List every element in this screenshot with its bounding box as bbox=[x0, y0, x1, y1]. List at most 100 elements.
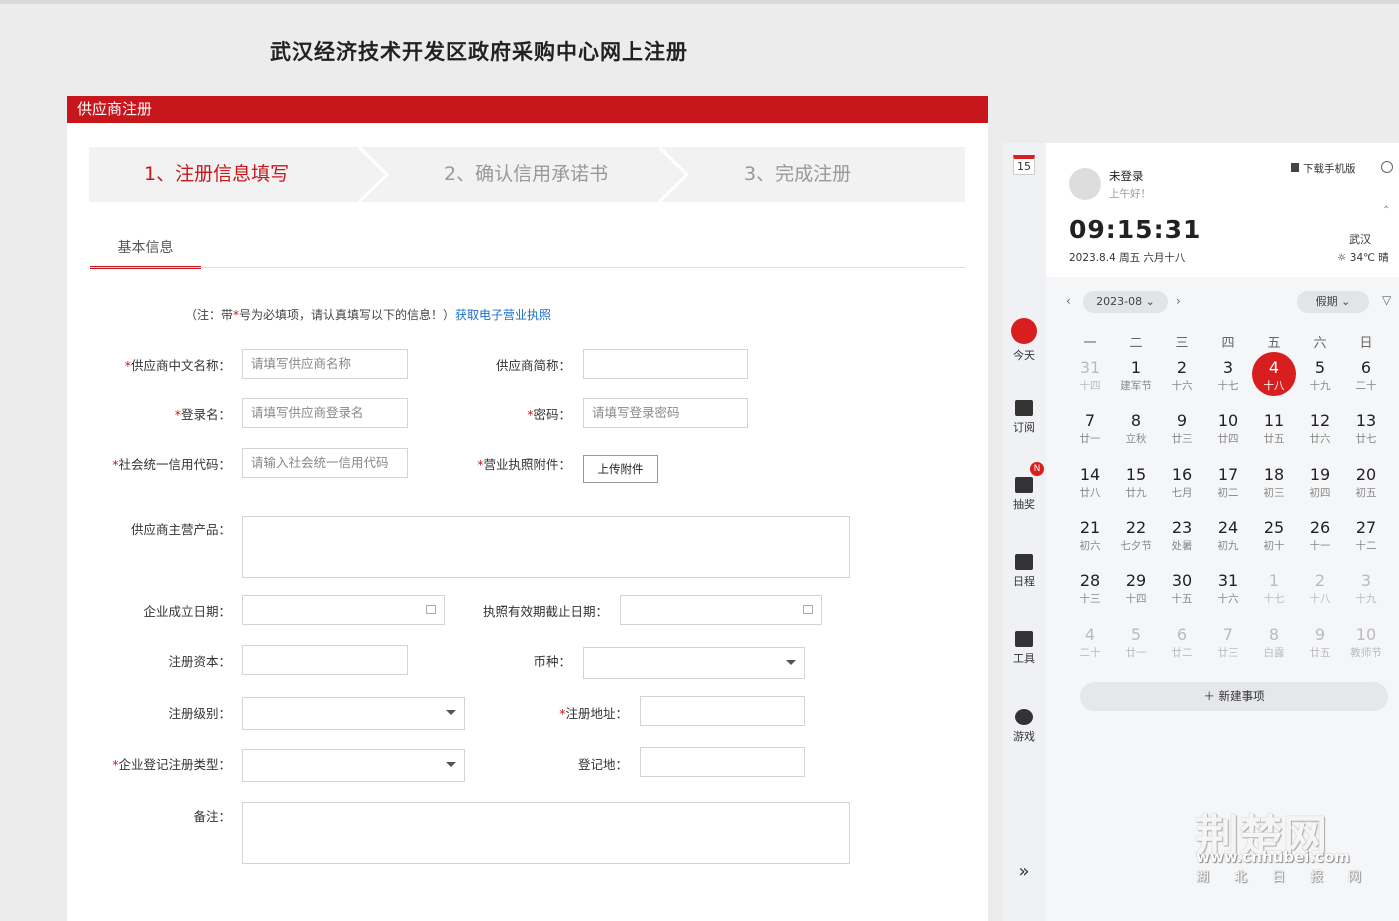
next-month-icon[interactable]: › bbox=[1176, 294, 1181, 308]
products-label: 供应商主营产品： bbox=[130, 522, 231, 537]
lottery-icon bbox=[1015, 477, 1033, 493]
calendar-day[interactable]: 25 初十 bbox=[1254, 517, 1294, 563]
calendar-day[interactable]: 13 廿七 bbox=[1346, 410, 1386, 456]
calendar-day[interactable]: 9 廿五 bbox=[1300, 624, 1340, 670]
currency-select[interactable] bbox=[583, 647, 805, 679]
registration-panel: 供应商注册 1、注册信息填写 2、确认信用承诺书 3、完成注册 基本信息 （注：… bbox=[67, 96, 988, 921]
calendar-day[interactable]: 27 十二 bbox=[1346, 517, 1386, 563]
collapse-icon[interactable]: ⌃ bbox=[1382, 205, 1390, 216]
reg-place-input[interactable] bbox=[640, 747, 805, 777]
prev-month-icon[interactable]: ‹ bbox=[1066, 294, 1071, 308]
new-event-button[interactable]: ＋ 新建事项 bbox=[1080, 682, 1388, 711]
calendar-day[interactable]: 2 十八 bbox=[1300, 570, 1340, 616]
calendar-day[interactable]: 31 十四 bbox=[1070, 357, 1110, 403]
password-input[interactable]: 请填写登录密码 bbox=[583, 398, 748, 428]
currency-label: 币种： bbox=[533, 654, 571, 669]
reg-type-select[interactable] bbox=[242, 749, 465, 782]
avatar[interactable] bbox=[1069, 168, 1101, 200]
calendar-day[interactable]: 22 七夕节 bbox=[1116, 517, 1156, 563]
nav-today[interactable]: 今天 bbox=[1002, 318, 1046, 363]
calendar-day[interactable]: 5 十九 bbox=[1300, 357, 1340, 403]
calendar-day[interactable]: 2 十六 bbox=[1162, 357, 1202, 403]
credit-code-input[interactable]: 请输入社会统一信用代码 bbox=[242, 448, 408, 478]
calendar-day[interactable]: 19 初四 bbox=[1300, 464, 1340, 510]
calendar-day[interactable]: 11 廿五 bbox=[1254, 410, 1294, 456]
calendar-day[interactable]: 16 七月 bbox=[1162, 464, 1202, 510]
panel-header: 供应商注册 bbox=[67, 96, 988, 123]
calendar-day[interactable]: 9 廿三 bbox=[1162, 410, 1202, 456]
calendar-day[interactable]: 30 十五 bbox=[1162, 570, 1202, 616]
found-date-label: 企业成立日期： bbox=[143, 604, 231, 619]
remark-label: 备注： bbox=[193, 809, 231, 824]
month-select[interactable]: 2023-08 ⌄ bbox=[1083, 291, 1168, 313]
calendar-day[interactable]: 7 廿三 bbox=[1208, 624, 1248, 670]
expand-button[interactable]: » bbox=[1002, 861, 1046, 882]
calendar-day[interactable]: 26 十一 bbox=[1300, 517, 1340, 563]
calendar-day[interactable]: 21 初六 bbox=[1070, 517, 1110, 563]
step-3: 3、完成注册 bbox=[744, 163, 852, 185]
nav-subscribe[interactable]: 订阅 bbox=[1002, 400, 1046, 435]
calendar-day[interactable]: 5 廿一 bbox=[1116, 624, 1156, 670]
capital-input[interactable] bbox=[242, 645, 408, 675]
city[interactable]: 武汉 bbox=[1349, 231, 1371, 247]
tab-basic-info[interactable]: 基本信息 bbox=[90, 236, 201, 269]
cn-name-input[interactable]: 请填写供应商名称 bbox=[242, 349, 408, 379]
user-name[interactable]: 未登录 bbox=[1109, 168, 1144, 184]
license-expiry-input[interactable] bbox=[620, 595, 822, 625]
calendar-day[interactable]: 31 十六 bbox=[1208, 570, 1248, 616]
calendar-day[interactable]: 24 初九 bbox=[1208, 517, 1248, 563]
weekday-header: 一 bbox=[1083, 336, 1097, 351]
calendar-day[interactable]: 4 二十 bbox=[1070, 624, 1110, 670]
calendar-icon bbox=[803, 605, 813, 614]
short-name-input[interactable] bbox=[583, 349, 748, 379]
level-select[interactable] bbox=[242, 697, 465, 730]
calendar-day[interactable]: 3 十七 bbox=[1208, 357, 1248, 403]
page-title: 武汉经济技术开发区政府采购中心网上注册 bbox=[270, 40, 688, 64]
address-input[interactable] bbox=[640, 696, 805, 726]
calendar-day[interactable]: 23 处暑 bbox=[1162, 517, 1202, 563]
settings-icon[interactable] bbox=[1381, 161, 1393, 173]
calendar-day-today[interactable]: 4 十八 bbox=[1252, 352, 1296, 396]
step-1: 1、注册信息填写 bbox=[144, 163, 290, 185]
weekday-header: 五 bbox=[1267, 336, 1281, 351]
found-date-input[interactable] bbox=[242, 595, 445, 625]
calendar-day[interactable]: 14 廿八 bbox=[1070, 464, 1110, 510]
password-label: *密码： bbox=[527, 407, 571, 422]
step-separator bbox=[359, 147, 389, 202]
calendar-day[interactable]: 10 教师节 bbox=[1346, 624, 1386, 670]
download-app-link[interactable]: 下载手机版 bbox=[1291, 161, 1356, 176]
filter-icon[interactable]: ▽ bbox=[1382, 293, 1391, 307]
calendar-day[interactable]: 8 立秋 bbox=[1116, 410, 1156, 456]
date-badge-icon[interactable]: 15 bbox=[1013, 155, 1035, 175]
nav-tools[interactable]: 工具 bbox=[1002, 631, 1046, 666]
calendar-day[interactable]: 18 初三 bbox=[1254, 464, 1294, 510]
login-input[interactable]: 请填写供应商登录名 bbox=[242, 398, 408, 428]
calendar-day[interactable]: 6 二十 bbox=[1346, 357, 1386, 403]
calendar-day[interactable]: 7 廿一 bbox=[1070, 410, 1110, 456]
nav-lottery[interactable]: 抽奖 bbox=[1002, 477, 1046, 512]
today-icon bbox=[1011, 318, 1037, 344]
calendar-day[interactable]: 29 十四 bbox=[1116, 570, 1156, 616]
products-textarea[interactable] bbox=[242, 516, 850, 578]
calendar-day[interactable]: 17 初二 bbox=[1208, 464, 1248, 510]
nav-schedule[interactable]: 日程 bbox=[1002, 554, 1046, 589]
calendar-day[interactable]: 6 廿二 bbox=[1162, 624, 1202, 670]
remark-textarea[interactable] bbox=[242, 802, 850, 864]
upload-attachment-button[interactable]: 上传附件 bbox=[583, 455, 658, 483]
step-separator bbox=[659, 147, 689, 202]
calendar-day[interactable]: 15 廿九 bbox=[1116, 464, 1156, 510]
calendar-day[interactable]: 28 十三 bbox=[1070, 570, 1110, 616]
calendar-day[interactable]: 3 十九 bbox=[1346, 570, 1386, 616]
calendar-day[interactable]: 10 廿四 bbox=[1208, 410, 1248, 456]
calendar-side-nav: 15 今天 订阅 抽奖 N 日程 工具 游戏 » bbox=[1002, 143, 1046, 921]
phone-icon bbox=[1291, 163, 1299, 172]
holiday-select[interactable]: 假期 ⌄ bbox=[1297, 291, 1369, 313]
calendar-day[interactable]: 1 建军节 bbox=[1116, 357, 1156, 403]
calendar-day[interactable]: 1 十七 bbox=[1254, 570, 1294, 616]
clock-time: 09:15:31 bbox=[1069, 215, 1202, 244]
calendar-day[interactable]: 20 初五 bbox=[1346, 464, 1386, 510]
nav-game[interactable]: 游戏 bbox=[1002, 709, 1046, 744]
calendar-day[interactable]: 8 白露 bbox=[1254, 624, 1294, 670]
get-e-license-link[interactable]: 获取电子营业执照 bbox=[455, 308, 551, 322]
calendar-day[interactable]: 12 廿六 bbox=[1300, 410, 1340, 456]
